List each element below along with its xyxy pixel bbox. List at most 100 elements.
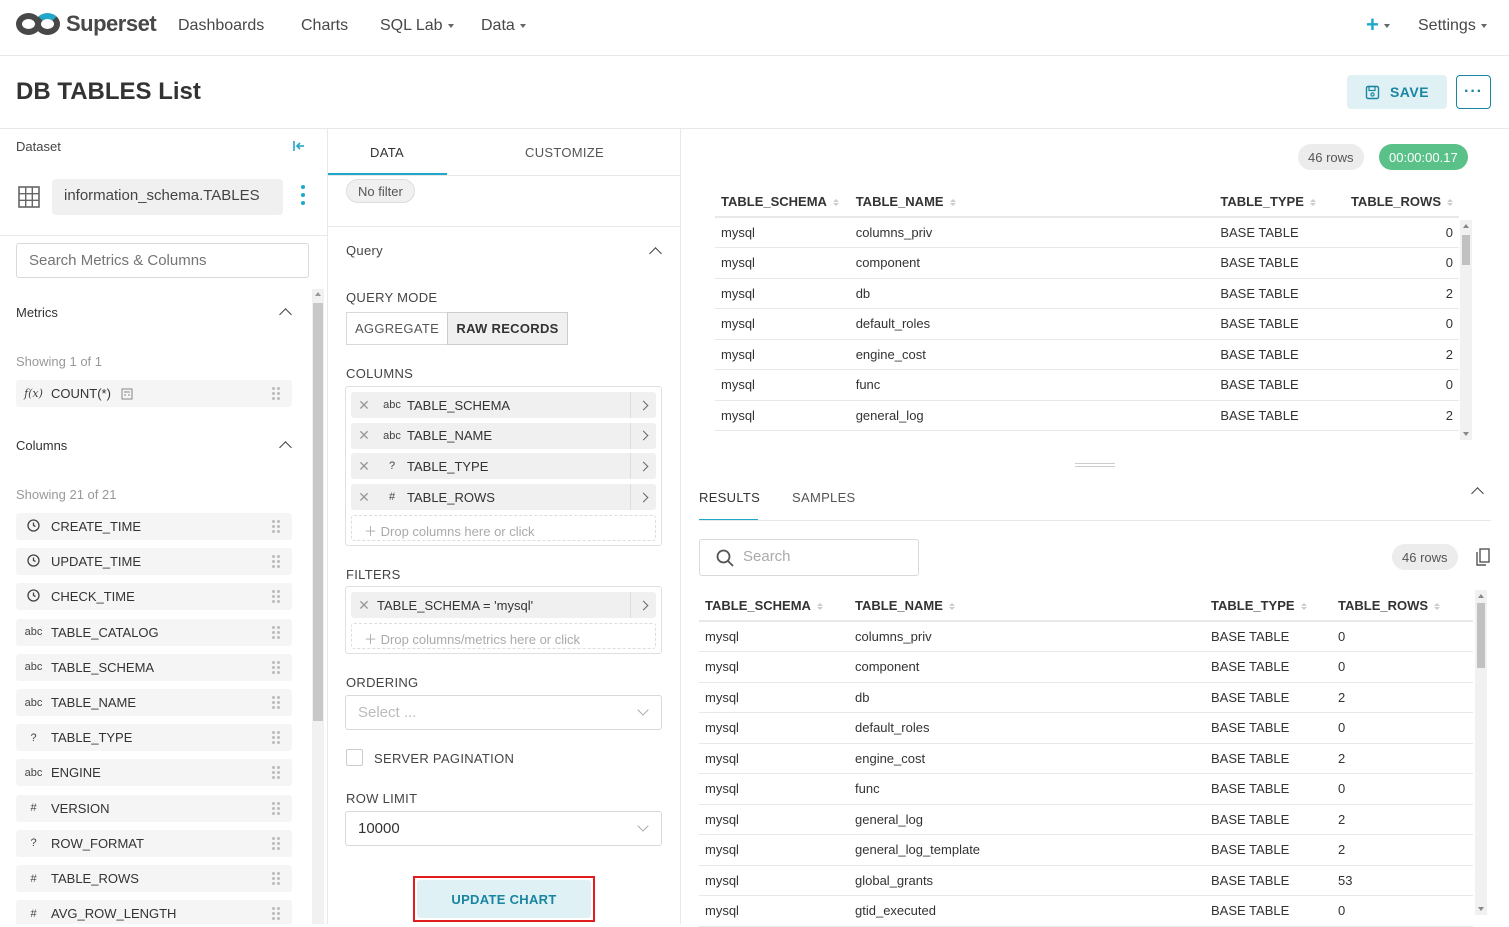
metric-item[interactable]: f(x) COUNT(*) xyxy=(16,380,292,407)
sort-icon[interactable] xyxy=(832,198,839,206)
drag-handle-icon[interactable] xyxy=(272,520,280,533)
remove-icon[interactable]: ✕ xyxy=(351,397,377,414)
results-search-input[interactable]: Search xyxy=(699,539,919,576)
filters-drop-target[interactable]: ＋ Drop columns/metrics here or click xyxy=(351,623,656,649)
column-item[interactable]: ? TABLE_TYPE xyxy=(16,724,292,752)
table-cell: BASE TABLE xyxy=(1205,743,1332,774)
column-chip[interactable]: ✕ # TABLE_ROWS xyxy=(351,484,656,511)
column-header[interactable]: TABLE_TYPE xyxy=(1214,186,1345,218)
sort-icon[interactable] xyxy=(816,602,823,610)
column-item[interactable]: # TABLE_ROWS xyxy=(16,865,292,892)
sort-icon[interactable] xyxy=(1300,602,1307,610)
nav-sql-lab[interactable]: SQL Lab xyxy=(380,17,454,35)
column-item[interactable]: ? ROW_FORMAT xyxy=(16,829,292,857)
drag-handle-icon[interactable] xyxy=(272,731,280,745)
remove-icon[interactable]: ✕ xyxy=(351,489,377,506)
nav-settings[interactable]: Settings xyxy=(1418,17,1487,35)
drag-handle-icon[interactable] xyxy=(272,766,280,780)
ordering-select[interactable]: Select ... xyxy=(345,695,662,730)
search-metrics-columns-input[interactable] xyxy=(16,243,309,278)
results-table-scrollbar[interactable] xyxy=(1475,590,1487,915)
chevron-right-icon[interactable] xyxy=(630,392,656,418)
drag-handle-icon[interactable] xyxy=(272,590,280,604)
tab-results[interactable]: RESULTS xyxy=(699,490,760,505)
chevron-right-icon[interactable] xyxy=(630,592,656,618)
chevron-up-icon[interactable] xyxy=(279,308,292,321)
column-item[interactable]: CHECK_TIME xyxy=(16,583,292,611)
sort-icon[interactable] xyxy=(1434,602,1441,610)
resize-gutter[interactable] xyxy=(1075,463,1115,469)
remove-icon[interactable]: ✕ xyxy=(351,597,377,614)
column-item[interactable]: # VERSION xyxy=(16,794,292,822)
chevron-right-icon[interactable] xyxy=(630,484,656,511)
chevron-up-icon[interactable] xyxy=(279,441,292,454)
chevron-right-icon[interactable] xyxy=(630,422,656,449)
sort-icon[interactable] xyxy=(1447,198,1453,206)
sort-icon[interactable] xyxy=(949,198,956,206)
tab-samples[interactable]: SAMPLES xyxy=(792,490,856,505)
column-chip[interactable]: ✕ abc TABLE_SCHEMA xyxy=(351,392,656,418)
column-header[interactable]: TABLE_NAME xyxy=(849,186,1215,218)
copy-icon[interactable] xyxy=(1476,548,1490,566)
drag-handle-icon[interactable] xyxy=(272,555,280,569)
more-options-button[interactable]: ··· xyxy=(1456,75,1491,109)
table-cell: BASE TABLE xyxy=(1214,247,1345,279)
raw-records-button[interactable]: RAW RECORDS xyxy=(447,312,568,345)
update-chart-button[interactable]: UPDATE CHART xyxy=(417,880,591,918)
nav-data[interactable]: Data xyxy=(481,17,526,35)
tab-customize[interactable]: CUSTOMIZE xyxy=(525,145,604,160)
drag-handle-icon[interactable] xyxy=(272,625,280,639)
chevron-up-icon[interactable] xyxy=(649,247,662,260)
column-item[interactable]: UPDATE_TIME xyxy=(16,548,292,576)
columns-section-title[interactable]: Columns xyxy=(16,438,67,453)
drag-handle-icon[interactable] xyxy=(272,696,280,709)
remove-icon[interactable]: ✕ xyxy=(351,458,377,475)
column-header[interactable]: TABLE_SCHEMA xyxy=(715,186,850,218)
dataset-scrollbar[interactable] xyxy=(312,289,324,924)
chevron-right-icon[interactable] xyxy=(630,453,656,480)
drag-handle-icon[interactable] xyxy=(272,907,280,921)
column-item[interactable]: CREATE_TIME xyxy=(16,513,292,540)
drag-handle-icon[interactable] xyxy=(272,836,280,850)
chart-table-scrollbar[interactable] xyxy=(1460,220,1472,440)
drag-handle-icon[interactable] xyxy=(272,387,280,400)
server-pagination-checkbox[interactable] xyxy=(346,749,363,766)
nav-dashboards[interactable]: Dashboards xyxy=(178,17,264,35)
nav-charts[interactable]: Charts xyxy=(301,17,348,35)
remove-icon[interactable]: ✕ xyxy=(351,427,377,444)
columns-drop-target[interactable]: ＋ Drop columns here or click xyxy=(351,515,656,541)
column-header[interactable]: TABLE_ROWS xyxy=(1344,186,1459,218)
column-header[interactable]: TABLE_NAME xyxy=(849,590,1205,622)
new-plus-menu[interactable]: + xyxy=(1366,12,1390,38)
dataset-name[interactable]: information_schema.TABLES xyxy=(52,179,283,215)
column-chip[interactable]: ✕ ? TABLE_TYPE xyxy=(351,453,656,480)
dataset-menu-icon[interactable] xyxy=(301,185,307,209)
collapse-results-icon[interactable] xyxy=(1471,487,1484,500)
column-item[interactable]: abc TABLE_CATALOG xyxy=(16,618,292,646)
save-button[interactable]: SAVE xyxy=(1347,75,1447,109)
aggregate-button[interactable]: AGGREGATE xyxy=(346,312,448,345)
drag-handle-icon[interactable] xyxy=(272,872,280,885)
query-section-title[interactable]: Query xyxy=(346,243,383,258)
row-limit-select[interactable]: 10000 xyxy=(345,811,662,846)
table-row: mysql gtid_executed BASE TABLE 0 xyxy=(699,895,1473,927)
column-item[interactable]: abc ENGINE xyxy=(16,759,292,787)
superset-logo[interactable]: Superset xyxy=(16,11,157,37)
table-cell: default_roles xyxy=(849,308,1215,340)
collapse-panel-icon[interactable] xyxy=(292,139,306,156)
filter-item[interactable]: ✕ TABLE_SCHEMA = 'mysql' xyxy=(351,592,656,618)
column-item[interactable]: abc TABLE_SCHEMA xyxy=(16,653,292,681)
metrics-section-title[interactable]: Metrics xyxy=(16,305,58,320)
drag-handle-icon[interactable] xyxy=(272,660,280,674)
sort-icon[interactable] xyxy=(948,602,955,610)
column-header[interactable]: TABLE_TYPE xyxy=(1205,590,1332,622)
column-header[interactable]: TABLE_ROWS xyxy=(1332,590,1473,622)
column-chip[interactable]: ✕ abc TABLE_NAME xyxy=(351,422,656,449)
column-header[interactable]: TABLE_SCHEMA xyxy=(699,590,849,622)
page-title[interactable]: DB TABLES List xyxy=(16,78,201,106)
sort-icon[interactable] xyxy=(1309,198,1316,206)
column-item[interactable]: # AVG_ROW_LENGTH xyxy=(16,900,292,924)
tab-data[interactable]: DATA xyxy=(370,145,404,160)
drag-handle-icon[interactable] xyxy=(272,801,280,815)
column-item[interactable]: abc TABLE_NAME xyxy=(16,689,292,716)
